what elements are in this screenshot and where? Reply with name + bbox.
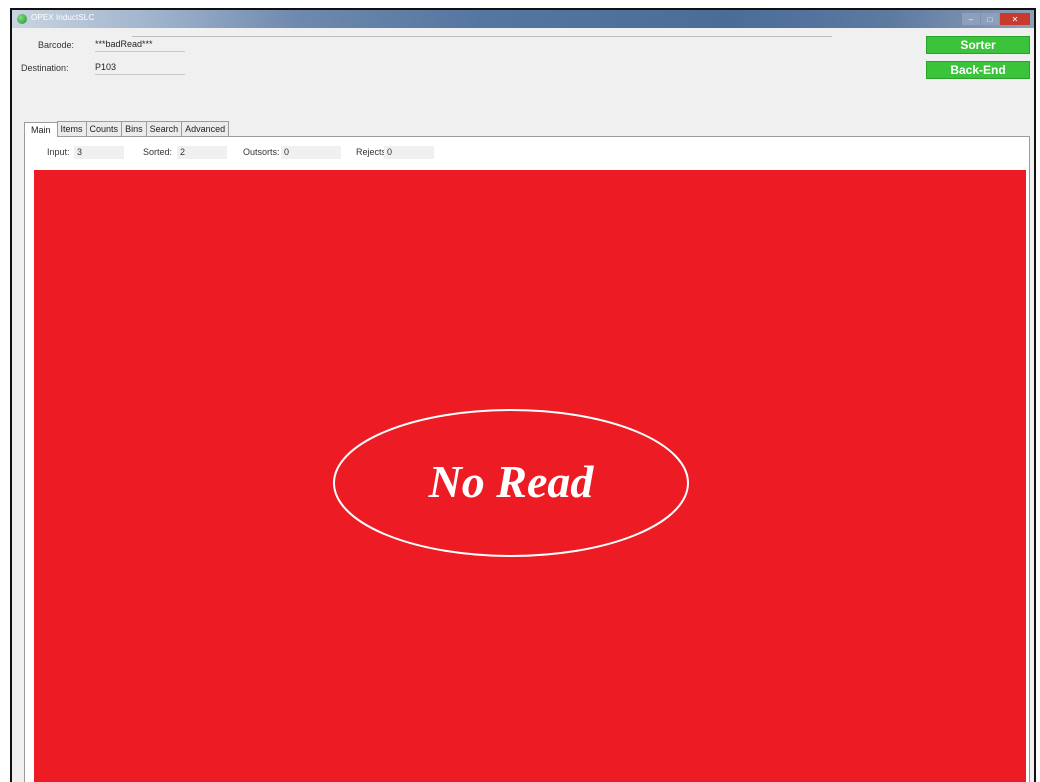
destination-label: Destination: [21,63,69,73]
read-status-graphic: No Read [333,409,689,557]
destination-value: P103 [95,62,185,75]
tab-bins[interactable]: Bins [121,121,147,137]
app-icon [17,14,27,24]
input-count-value: 3 [74,146,124,159]
tab-main[interactable]: Main [24,122,58,137]
rejects-count-value: 0 [384,146,434,159]
barcode-value: ***badRead*** [95,39,185,52]
status-message: No Read [428,456,595,507]
minimize-icon[interactable]: – [962,13,980,25]
maximize-icon[interactable]: □ [981,13,999,25]
outsorts-count-value: 0 [281,146,341,159]
title-bar[interactable]: OPEX InductSLC – □ ✕ [12,10,1034,28]
outsorts-count-label: Outsorts: [243,147,280,157]
tab-counts[interactable]: Counts [85,121,123,137]
back-end-button[interactable]: Back-End [926,61,1030,79]
sorted-count-label: Sorted: [143,147,173,157]
main-tab-panel: Input: 3 Sorted: 2 Outsorts: 0 Rejects: … [24,136,1030,782]
counter-row: Input: 3 Sorted: 2 Outsorts: 0 Rejects: … [25,137,1029,170]
window-controls: – □ ✕ [962,13,1030,25]
tab-bar: Main Items Counts Bins Search Advanced [24,121,230,137]
sorter-button[interactable]: Sorter [926,36,1030,54]
tab-items[interactable]: Items [56,121,87,137]
barcode-label: Barcode: [38,40,75,50]
tab-search[interactable]: Search [145,121,183,137]
close-icon[interactable]: ✕ [1000,13,1030,25]
read-status-panel: No Read [34,170,1026,782]
window-title: OPEX InductSLC [31,13,95,22]
header-divider [132,36,832,37]
input-count-label: Input: [47,147,70,157]
app-window: OPEX InductSLC – □ ✕ Barcode: ***badRead… [10,8,1036,782]
sorted-count-value: 2 [177,146,227,159]
tab-advanced[interactable]: Advanced [181,121,230,137]
